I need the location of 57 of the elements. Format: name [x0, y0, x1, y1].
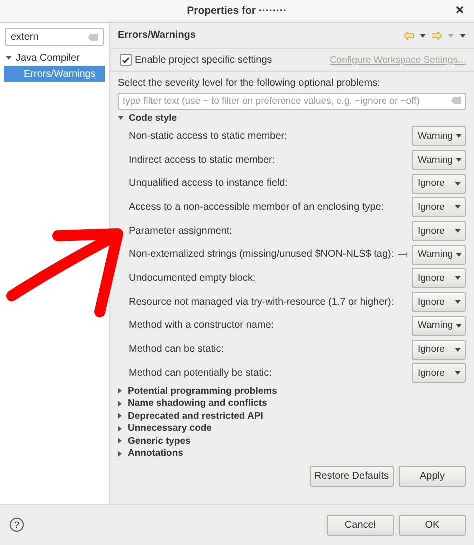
page-title: Errors/Warnings [118, 30, 196, 41]
option-label: Resource not managed via try-with-resource (1.7 or higher): [129, 296, 394, 308]
option-label: Access to a non-accessible member of an enclosing type: [129, 202, 384, 213]
filter-field[interactable]: extern [5, 28, 104, 46]
category-item[interactable]: Deprecated and restricted API [118, 410, 466, 423]
option-label: Non-static access to static member: [129, 130, 288, 142]
severity-dropdown[interactable]: Ignore [412, 174, 466, 194]
expand-icon[interactable] [6, 56, 12, 60]
window-title: Properties for ········ [187, 5, 287, 17]
category-item[interactable]: Code style [118, 112, 466, 124]
restore-defaults-button[interactable]: Restore Defaults [310, 466, 394, 488]
caret-icon [456, 324, 462, 328]
severity-dropdown[interactable]: Ignore [412, 292, 466, 312]
option-label: Non-externalized strings (missing/unused $NON-NLS$ tag): [129, 249, 394, 260]
caret-icon [456, 158, 462, 162]
menu-caret-icon[interactable] [460, 34, 466, 38]
severity-dropdown[interactable]: Ignore [412, 197, 466, 218]
enable-checkbox[interactable]: Enable project specific settings [120, 54, 272, 66]
description-text: Select the severity level for the following optional problems: [118, 78, 382, 89]
caret-icon [456, 252, 462, 257]
caret-icon [455, 229, 461, 234]
help-icon[interactable]: ? [10, 518, 24, 532]
severity-dropdown[interactable]: Warning [412, 316, 466, 336]
option-label: Undocumented empty block: [129, 272, 256, 284]
caret-icon [455, 182, 461, 186]
tree-item[interactable]: Java Compiler [4, 50, 105, 66]
caret-icon [456, 134, 462, 138]
severity-dropdown[interactable]: Warning [412, 126, 466, 146]
caret-icon [455, 276, 461, 280]
apply-button[interactable]: Apply [399, 466, 466, 488]
option-label: Method can potentially be static: [129, 368, 272, 379]
checkmark-icon [122, 56, 130, 64]
caret-icon [455, 205, 461, 210]
expand-icon[interactable] [118, 116, 124, 121]
severity-dropdown[interactable]: Ignore [412, 268, 466, 288]
cancel-button[interactable]: Cancel [327, 514, 394, 536]
severity-dropdown[interactable]: Ignore [412, 363, 466, 384]
severity-dropdown[interactable]: Warning [412, 244, 466, 265]
caret-icon [455, 371, 461, 376]
category-item[interactable]: Generic types [118, 435, 466, 448]
severity-dropdown[interactable]: Ignore [412, 221, 466, 242]
severity-dropdown[interactable]: Warning [412, 150, 466, 170]
category-item[interactable]: Potential programming problems [118, 385, 466, 398]
option-label: Indirect access to static member: [129, 154, 276, 166]
caret-icon [455, 300, 461, 304]
severity-dropdown[interactable]: Ignore [412, 340, 466, 360]
option-label: Method can be static: [129, 344, 224, 356]
ok-button[interactable]: OK [399, 514, 466, 536]
option-label: Method with a constructor name: [129, 320, 274, 332]
caret-icon[interactable] [420, 34, 426, 38]
category-item[interactable]: Unnecessary code [118, 422, 466, 436]
filter-field[interactable]: type filter text (use ~ to filter on preference values, e.g. ~ignore or ~off) [118, 93, 466, 110]
category-item[interactable]: Annotations [118, 448, 466, 460]
option-label: Parameter assignment: [129, 226, 232, 237]
category-item[interactable]: Name shadowing and conflicts [118, 398, 466, 410]
option-label: Unqualified access to instance field: [129, 178, 288, 190]
caret-icon [455, 348, 461, 352]
